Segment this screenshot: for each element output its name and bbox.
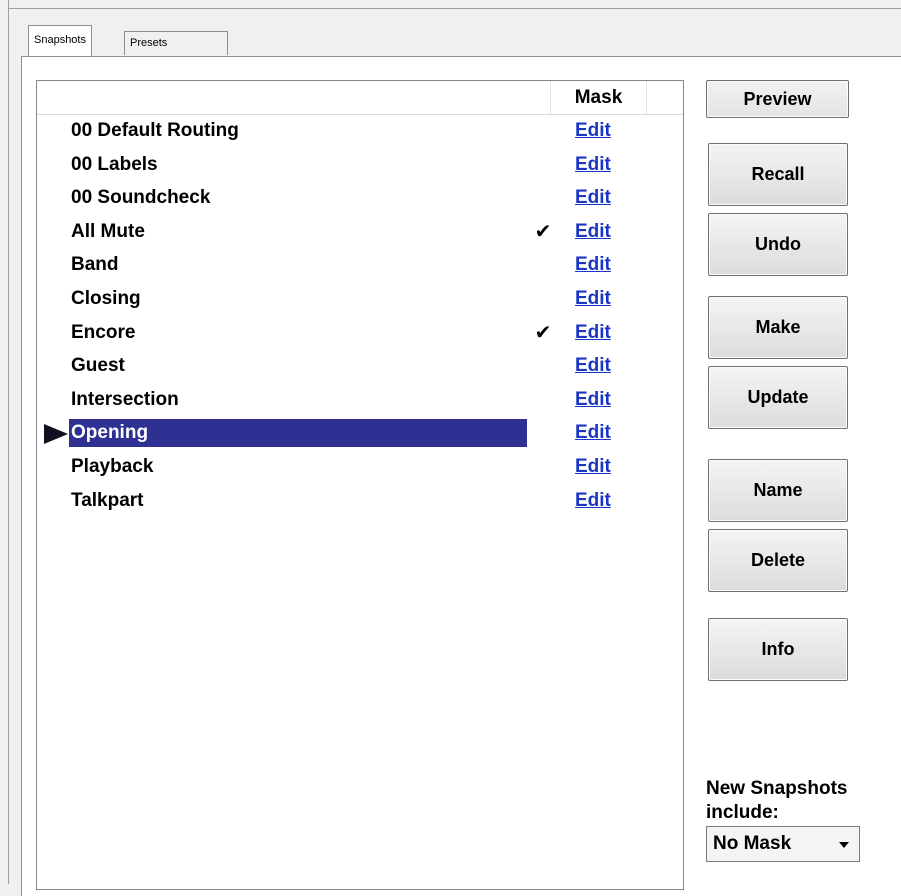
snapshot-row[interactable]: Band Edit <box>37 249 683 283</box>
mask-column-header[interactable]: Mask <box>551 81 646 114</box>
snapshot-name[interactable]: All Mute <box>69 218 527 246</box>
mask-edit-link[interactable]: Edit <box>575 117 611 145</box>
header-separator[interactable] <box>646 81 647 114</box>
checkmark-icon <box>534 453 552 481</box>
snapshot-row[interactable]: Encore ✔ Edit <box>37 317 683 351</box>
current-snapshot-arrow-icon <box>44 424 68 445</box>
snapshot-name[interactable]: Playback <box>69 453 527 481</box>
delete-button[interactable]: Delete <box>708 529 848 592</box>
make-button[interactable]: Make <box>708 296 848 359</box>
snapshot-row[interactable]: Guest Edit <box>37 350 683 384</box>
mask-dropdown-value: No Mask <box>713 833 792 854</box>
snapshot-row[interactable]: Intersection Edit <box>37 384 683 418</box>
checkmark-icon <box>534 151 552 179</box>
snapshot-row[interactable]: Playback Edit <box>37 451 683 485</box>
checkmark-icon <box>534 285 552 313</box>
mask-edit-link[interactable]: Edit <box>575 251 611 279</box>
new-snapshots-include-label: New Snapshots include: <box>706 778 848 823</box>
snapshot-name[interactable]: Band <box>69 251 527 279</box>
snapshot-row[interactable]: 00 Default Routing Edit <box>37 115 683 149</box>
snapshot-row[interactable]: All Mute ✔ Edit <box>37 216 683 250</box>
preview-button[interactable]: Preview <box>706 80 849 118</box>
checkmark-icon <box>534 117 552 145</box>
info-button[interactable]: Info <box>708 618 848 681</box>
update-button[interactable]: Update <box>708 366 848 429</box>
mask-edit-link[interactable]: Edit <box>575 218 611 246</box>
name-button[interactable]: Name <box>708 459 848 522</box>
snapshot-row[interactable]: Talkpart Edit <box>37 485 683 519</box>
checkmark-icon <box>534 386 552 414</box>
mask-edit-link[interactable]: Edit <box>575 319 611 347</box>
mask-edit-link[interactable]: Edit <box>575 453 611 481</box>
mask-edit-link[interactable]: Edit <box>575 419 611 447</box>
checkmark-icon <box>534 419 552 447</box>
snapshot-list[interactable]: Mask 00 Default Routing Edit 00 Labels Edit… <box>36 80 684 890</box>
checkmark-icon <box>534 352 552 380</box>
snapshot-name[interactable]: Encore <box>69 319 527 347</box>
snapshot-name[interactable]: Guest <box>69 352 527 380</box>
snapshot-row[interactable]: Closing Edit <box>37 283 683 317</box>
undo-button[interactable]: Undo <box>708 213 848 276</box>
recall-button[interactable]: Recall <box>708 143 848 206</box>
mask-edit-link[interactable]: Edit <box>575 151 611 179</box>
window-top-edge <box>0 0 901 9</box>
snapshot-rows: 00 Default Routing Edit 00 Labels Edit 00 So… <box>37 115 683 518</box>
mask-edit-link[interactable]: Edit <box>575 352 611 380</box>
mask-edit-link[interactable]: Edit <box>575 184 611 212</box>
checkmark-icon: ✔ <box>534 220 552 243</box>
checkmark-icon: ✔ <box>534 321 552 344</box>
snapshot-row[interactable]: 00 Labels Edit <box>37 149 683 183</box>
tab-presets[interactable]: Presets <box>124 31 228 55</box>
snapshot-name[interactable]: 00 Labels <box>69 151 527 179</box>
snapshot-name[interactable]: Talkpart <box>69 487 527 515</box>
snapshot-name[interactable]: Closing <box>69 285 527 313</box>
snapshot-row[interactable]: Opening Edit <box>37 417 683 451</box>
snapshot-name[interactable]: Opening <box>69 419 527 448</box>
chevron-down-icon[interactable] <box>839 842 849 848</box>
tab-snapshots[interactable]: Snapshots <box>28 25 92 56</box>
mask-edit-link[interactable]: Edit <box>575 386 611 414</box>
mask-edit-link[interactable]: Edit <box>575 285 611 313</box>
window-left-edge <box>0 0 9 884</box>
checkmark-icon <box>534 184 552 212</box>
snapshot-row[interactable]: 00 Soundcheck Edit <box>37 182 683 216</box>
list-header: Mask <box>37 81 683 115</box>
mask-edit-link[interactable]: Edit <box>575 487 611 515</box>
snapshot-name[interactable]: Intersection <box>69 386 527 414</box>
snapshot-name[interactable]: 00 Soundcheck <box>69 184 527 212</box>
checkmark-icon <box>534 487 552 515</box>
mask-dropdown[interactable]: No Mask <box>706 826 860 862</box>
checkmark-icon <box>534 251 552 279</box>
snapshot-name[interactable]: 00 Default Routing <box>69 117 527 145</box>
